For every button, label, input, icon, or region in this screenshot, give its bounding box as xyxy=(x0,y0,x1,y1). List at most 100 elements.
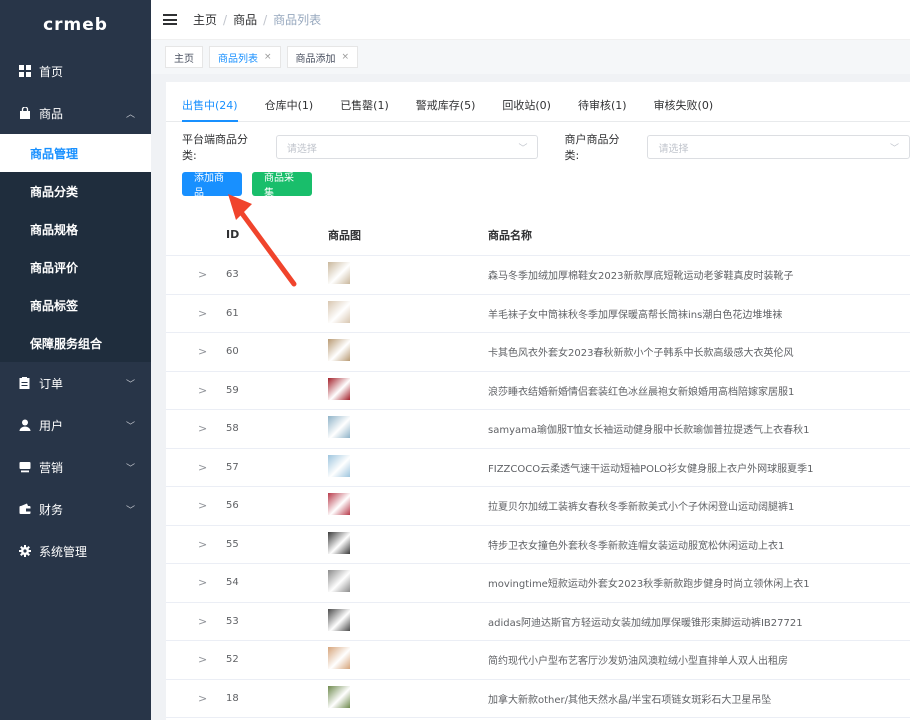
product-id: 58 xyxy=(226,423,239,435)
close-icon[interactable]: × xyxy=(264,52,272,62)
sidebar-item-marketing[interactable]: 营销 ﹀ xyxy=(0,446,151,488)
tab-sold-out[interactable]: 已售罄(1) xyxy=(340,97,389,121)
expand-arrow-icon[interactable]: > xyxy=(166,692,226,705)
product-thumbnail[interactable] xyxy=(328,454,350,477)
sidebar-item-product-category[interactable]: 商品分类 xyxy=(0,172,151,210)
product-id: 56 xyxy=(226,500,239,512)
table-row[interactable]: >56 拉夏贝尔加绒工装裤女春秋冬季新款美式小个子休闲登山运动阔腿裤1 xyxy=(166,487,910,526)
table-row[interactable]: >58 samyama瑜伽服T恤女长袖运动健身服中长款瑜伽普拉提透气上衣春秋1 xyxy=(166,410,910,449)
menu-toggle-icon[interactable] xyxy=(163,14,177,25)
table-row[interactable]: >53 adidas阿迪达斯官方轻运动女装加绒加厚保暖锥形束脚运动裤IB27721 xyxy=(166,603,910,641)
product-thumbnail[interactable] xyxy=(328,377,350,400)
close-icon[interactable]: × xyxy=(342,52,350,62)
sidebar-item-finance[interactable]: 财务 ﹀ xyxy=(0,488,151,530)
sidebar-item-label: 商品 xyxy=(39,106,64,121)
sidebar-item-label: 商品评价 xyxy=(30,260,79,275)
product-thumbnail[interactable] xyxy=(328,608,350,631)
product-id: 60 xyxy=(226,346,239,358)
product-thumbnail[interactable] xyxy=(328,570,350,593)
status-tabs: 出售中(24) 仓库中(1) 已售罄(1) 警戒库存(5) 回收站(0) 待审核… xyxy=(166,82,910,122)
product-id: 61 xyxy=(226,307,239,319)
logo-text: crmeb xyxy=(43,15,108,35)
product-id: 54 xyxy=(226,577,239,589)
product-thumbnail[interactable] xyxy=(328,493,350,516)
sidebar-item-system[interactable]: 系统管理 xyxy=(0,530,151,572)
merchant-category-select[interactable]: 请选择 ﹀ xyxy=(647,135,910,159)
expand-arrow-icon[interactable]: > xyxy=(166,461,226,474)
chevron-up-icon: ︿ xyxy=(125,109,135,120)
product-thumbnail[interactable] xyxy=(328,531,350,554)
product-thumbnail-cell xyxy=(328,493,488,518)
tag-product-list[interactable]: 商品列表 × xyxy=(209,46,281,68)
product-thumbnail-cell xyxy=(328,531,488,557)
product-thumbnail-cell xyxy=(328,647,488,672)
tab-pending-review[interactable]: 待审核(1) xyxy=(578,97,627,121)
expand-arrow-icon[interactable]: > xyxy=(166,345,226,358)
chevron-down-icon: ﹀ xyxy=(125,379,135,390)
product-id: 57 xyxy=(226,461,239,473)
product-id: 18 xyxy=(226,692,239,704)
expand-arrow-icon[interactable]: > xyxy=(166,653,226,666)
tab-review-failed[interactable]: 审核失败(0) xyxy=(654,97,714,121)
table-row[interactable]: >61 羊毛袜子女中筒袜秋冬季加厚保暖高帮长筒袜ins潮白色花边堆堆袜 xyxy=(166,295,910,333)
product-name: samyama瑜伽服T恤女长袖运动健身服中长款瑜伽普拉提透气上衣春秋1 xyxy=(488,425,810,437)
product-thumbnail[interactable] xyxy=(328,416,350,439)
expand-arrow-icon[interactable]: > xyxy=(166,615,226,628)
expand-arrow-icon[interactable]: > xyxy=(166,422,226,435)
platform-category-label: 平台端商品分类: xyxy=(182,133,248,162)
product-name: 简约现代小户型布艺客厅沙发奶油风澳粒绒小型直排单人双人出租房 xyxy=(488,656,788,668)
product-thumbnail[interactable] xyxy=(328,647,350,670)
product-thumbnail[interactable] xyxy=(328,339,350,362)
user-icon xyxy=(18,419,31,432)
sidebar-item-home[interactable]: 首页 xyxy=(0,50,151,92)
expand-arrow-icon[interactable]: > xyxy=(166,384,226,397)
product-thumbnail-cell xyxy=(328,685,488,711)
table-row[interactable]: >55 特步卫衣女撞色外套秋冬季新款连帽女装运动服宽松休闲运动上衣1 xyxy=(166,526,910,564)
expand-arrow-icon[interactable]: > xyxy=(166,576,226,589)
table-row[interactable]: >18 加拿大新款other/其他天然水晶/半宝石项链女斑彩石大卫星吊坠 xyxy=(166,680,910,718)
sidebar-item-product-spec[interactable]: 商品规格 xyxy=(0,210,151,248)
tag-home[interactable]: 主页 xyxy=(165,46,203,68)
tab-on-sale[interactable]: 出售中(24) xyxy=(182,97,238,122)
sidebar-item-service-bundle[interactable]: 保障服务组合 xyxy=(0,324,151,362)
platform-category-select[interactable]: 请选择 ﹀ xyxy=(275,135,539,159)
sidebar-item-label: 商品管理 xyxy=(30,146,79,161)
sidebar-item-product-review[interactable]: 商品评价 xyxy=(0,248,151,286)
sidebar-item-products[interactable]: 商品 ︿ xyxy=(0,92,151,134)
sidebar-item-label: 用户 xyxy=(39,418,64,433)
product-name: adidas阿迪达斯官方轻运动女装加绒加厚保暖锥形束脚运动裤IB27721 xyxy=(488,617,803,629)
sidebar-item-users[interactable]: 用户 ﹀ xyxy=(0,404,151,446)
product-thumbnail[interactable] xyxy=(328,262,350,285)
product-thumbnail[interactable] xyxy=(328,300,350,323)
product-thumbnail-cell xyxy=(328,300,488,326)
tag-product-add[interactable]: 商品添加 × xyxy=(286,46,359,68)
table-row[interactable]: >59 浪莎睡衣结婚新婚情侣套装红色冰丝晨袍女新娘婚用高档陪嫁家居服1 xyxy=(166,372,910,410)
expand-arrow-icon[interactable]: > xyxy=(166,307,226,320)
product-name: 卡其色风衣外套女2023春秋新款小个子韩系中长款高级感大衣英伦风 xyxy=(488,348,794,360)
sidebar-item-product-management[interactable]: 商品管理 xyxy=(0,134,151,172)
tag-label: 商品添加 xyxy=(295,53,336,65)
sidebar-item-product-tag[interactable]: 商品标签 xyxy=(0,286,151,324)
table-row[interactable]: >60 卡其色风衣外套女2023春秋新款小个子韩系中长款高级感大衣英伦风 xyxy=(166,333,910,372)
expand-arrow-icon[interactable]: > xyxy=(166,499,226,512)
arrow-head xyxy=(228,194,252,220)
breadcrumb-item[interactable]: 主页 xyxy=(193,13,217,27)
product-name: 羊毛袜子女中筒袜秋冬季加厚保暖高帮长筒袜ins潮白色花边堆堆袜 xyxy=(488,309,783,321)
sidebar-item-orders[interactable]: 订单 ﹀ xyxy=(0,362,151,404)
expand-arrow-icon[interactable]: > xyxy=(166,268,226,281)
filter-row: 平台端商品分类: 请选择 ﹀ 商户商品分类: 请选择 ﹀ xyxy=(166,122,910,172)
table-row[interactable]: >54 movingtime短款运动外套女2023秋季新款跑步健身时尚立领休闲上衣… xyxy=(166,564,910,603)
main-card: 出售中(24) 仓库中(1) 已售罄(1) 警戒库存(5) 回收站(0) 待审核… xyxy=(166,82,910,720)
logo[interactable]: crmeb xyxy=(0,0,151,50)
product-name: 拉夏贝尔加绒工装裤女春秋冬季新款美式小个子休闲登山运动阔腿裤1 xyxy=(488,502,795,514)
merchant-category-label: 商户商品分类: xyxy=(564,133,620,162)
breadcrumb-item[interactable]: 商品 xyxy=(233,13,257,27)
tab-low-stock[interactable]: 警戒库存(5) xyxy=(416,97,476,121)
expand-arrow-icon[interactable]: > xyxy=(166,538,226,551)
tab-warehouse[interactable]: 仓库中(1) xyxy=(265,97,314,121)
table-row[interactable]: >57 FIZZCOCO云柔透气速干运动短袖POLO衫女健身服上衣户外网球服夏季1 xyxy=(166,449,910,487)
table-row[interactable]: >52 简约现代小户型布艺客厅沙发奶油风澳粒绒小型直排单人双人出租房 xyxy=(166,641,910,680)
product-thumbnail[interactable] xyxy=(328,685,350,708)
product-thumbnail-cell xyxy=(328,377,488,403)
tab-recycle-bin[interactable]: 回收站(0) xyxy=(502,97,551,121)
